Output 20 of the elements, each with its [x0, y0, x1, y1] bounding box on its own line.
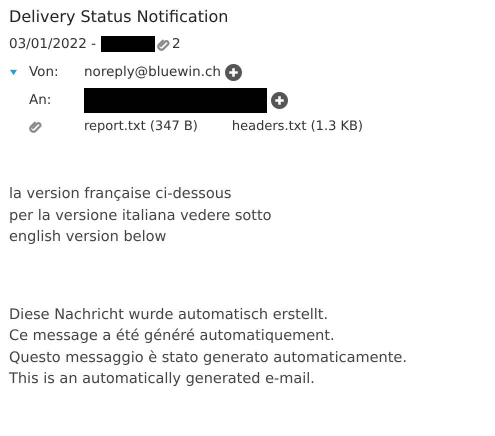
attachment-link[interactable]: headers.txt (1.3 KB)	[232, 118, 363, 134]
paperclip-icon	[29, 120, 42, 132]
body-text-line: Questo messaggio è stato generato automaticamente.	[9, 348, 408, 368]
body-text-line: la version française ci-dessous	[9, 185, 232, 204]
sender-address[interactable]: noreply@bluewin.ch	[84, 64, 221, 80]
add-contact-icon[interactable]	[224, 64, 242, 80]
body-text-line: english version below	[9, 228, 168, 247]
attachment-link[interactable]: report.txt (347 B)	[84, 118, 198, 134]
email-date: 03/01/2022 -	[9, 36, 96, 52]
add-contact-icon[interactable]	[271, 92, 288, 108]
email-subject: Delivery Status Notification	[9, 6, 230, 28]
attachment-count: 2	[172, 36, 181, 52]
from-label: Von:	[29, 64, 60, 80]
body-text-line: per la versione italiana vedere sotto	[9, 206, 273, 226]
body-text-line: Diese Nachricht wurde automatisch erstellt.	[9, 306, 330, 324]
body-text-line: Ce message a été généré automatiquement.	[9, 327, 336, 346]
expand-triangle-icon[interactable]	[9, 68, 18, 76]
to-label: An:	[29, 92, 52, 108]
body-text-line: This is an automatically generated e-mail.	[9, 370, 316, 389]
paperclip-icon	[156, 38, 170, 50]
